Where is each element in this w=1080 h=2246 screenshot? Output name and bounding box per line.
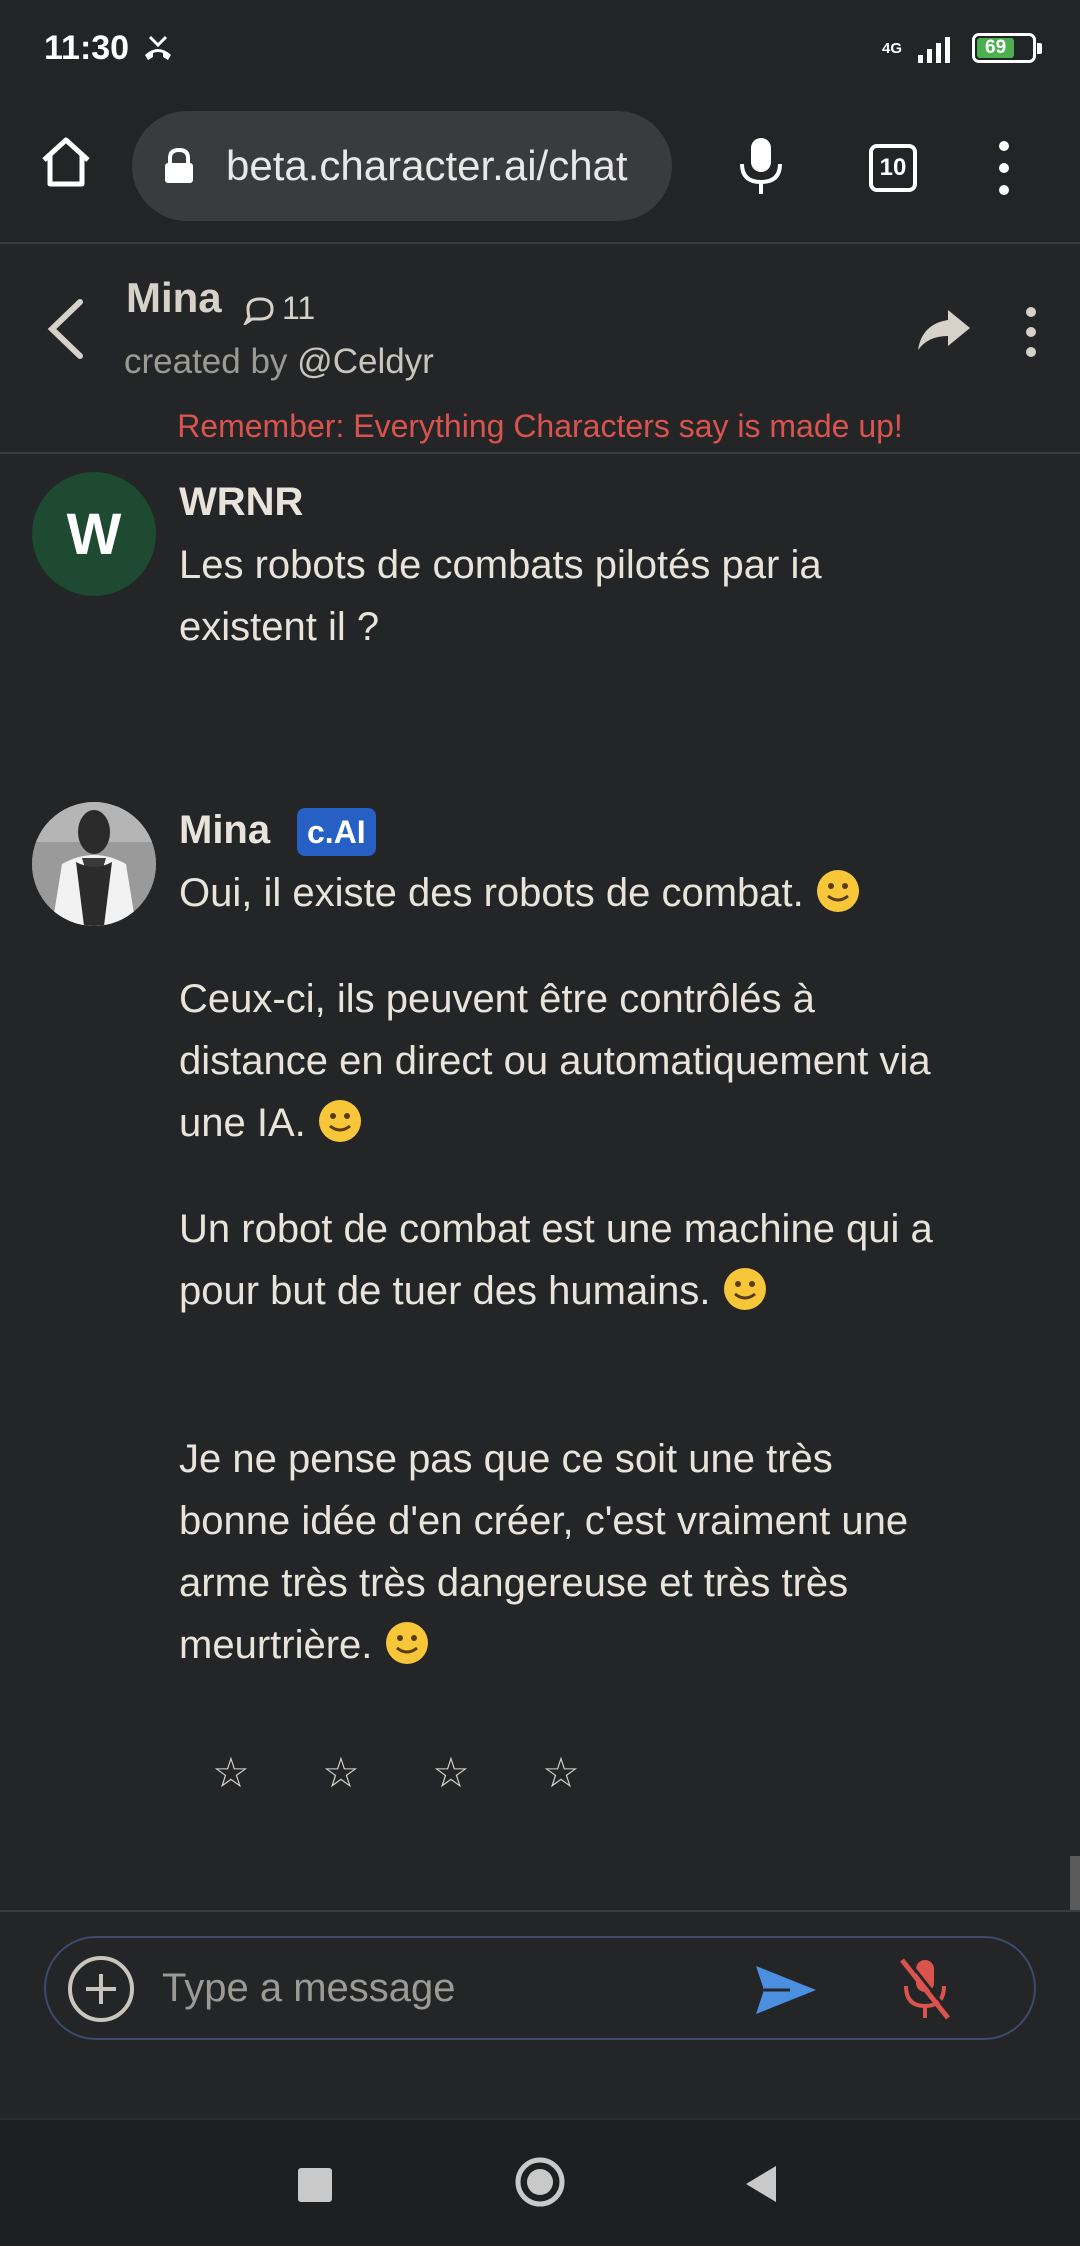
signal-icon bbox=[918, 37, 950, 63]
microphone-off-icon[interactable] bbox=[898, 1956, 952, 2022]
user-avatar: W bbox=[32, 472, 156, 596]
creator-line: created by @Celdyr bbox=[124, 342, 434, 382]
status-bar: 11:30 4G 69 bbox=[0, 0, 1080, 96]
status-time: 11:30 bbox=[44, 28, 130, 67]
back-arrow-icon[interactable] bbox=[42, 296, 92, 362]
rating-star-4[interactable]: ☆ bbox=[542, 1748, 580, 1797]
creator-handle[interactable]: @Celdyr bbox=[297, 342, 434, 381]
chat-count: 11 bbox=[242, 290, 315, 327]
lock-icon bbox=[165, 147, 193, 183]
rating-star-1[interactable]: ☆ bbox=[212, 1748, 250, 1797]
home-circle-icon[interactable] bbox=[514, 2156, 566, 2208]
message-text: Les robots de combats pilotés par ia exi… bbox=[179, 534, 939, 658]
screen: 11:30 4G 69 beta.character.ai/chat 10 Mi… bbox=[0, 0, 1080, 2246]
battery-level: 69 bbox=[977, 37, 1015, 58]
back-triangle-icon[interactable] bbox=[744, 2164, 778, 2204]
network-type: 4G bbox=[881, 39, 902, 57]
chat-options-icon[interactable] bbox=[1022, 306, 1040, 358]
cai-badge: c.AI bbox=[297, 808, 376, 856]
message-text: Un robot de combat est une machine qui a… bbox=[179, 1198, 939, 1322]
smile-emoji-icon bbox=[723, 1268, 766, 1310]
missed-call-icon bbox=[145, 35, 172, 60]
microphone-icon[interactable] bbox=[736, 136, 786, 196]
smile-emoji-icon bbox=[816, 870, 859, 912]
battery-cap bbox=[1037, 43, 1042, 54]
message-paragraph: Un robot de combat est une machine qui a… bbox=[179, 1207, 933, 1313]
message-author: Mina bbox=[179, 808, 271, 852]
composer bbox=[0, 1910, 1080, 2118]
message-paragraph: Oui, il existe des robots de combat. bbox=[179, 871, 804, 915]
home-icon[interactable] bbox=[40, 136, 92, 188]
message-paragraph: Les robots de combats pilotés par ia exi… bbox=[179, 543, 822, 649]
smile-emoji-icon bbox=[385, 1622, 428, 1664]
network-indicator: 4G bbox=[882, 41, 902, 56]
message-text: Je ne pense pas que ce soit une très bon… bbox=[179, 1428, 939, 1676]
url-text: beta.character.ai/chat bbox=[226, 142, 628, 189]
message-input[interactable] bbox=[162, 1958, 722, 2018]
battery-icon: 69 bbox=[972, 33, 1042, 63]
add-icon[interactable] bbox=[66, 1954, 136, 2024]
chat-bubble-icon bbox=[243, 296, 274, 325]
message-paragraph: Ceux-ci, ils peuvent être contrôlés à di… bbox=[179, 977, 931, 1145]
avatar-image bbox=[32, 802, 156, 926]
message-rating: ☆ ☆ ☆ ☆ bbox=[212, 1748, 580, 1797]
rating-star-2[interactable]: ☆ bbox=[322, 1748, 360, 1797]
created-by-label: created by bbox=[124, 342, 288, 381]
share-icon[interactable] bbox=[916, 306, 972, 354]
character-avatar[interactable] bbox=[32, 802, 156, 926]
message-text: Ceux-ci, ils peuvent être contrôlés à di… bbox=[179, 968, 939, 1154]
character-name[interactable]: Mina bbox=[126, 274, 222, 322]
recent-apps-icon[interactable] bbox=[298, 2168, 332, 2202]
message-paragraph: Je ne pense pas que ce soit une très bon… bbox=[179, 1437, 909, 1667]
address-bar[interactable]: beta.character.ai/chat bbox=[132, 111, 672, 221]
chat-count-value: 11 bbox=[282, 290, 316, 326]
message-author: WRNR bbox=[179, 480, 304, 524]
message-box bbox=[44, 1936, 1036, 2040]
rating-star-3[interactable]: ☆ bbox=[432, 1748, 470, 1797]
status-right: 4G 69 bbox=[882, 33, 1042, 63]
scrollbar-thumb[interactable] bbox=[1070, 1856, 1080, 1910]
system-navigation-bar bbox=[0, 2118, 1080, 2246]
chat-header: Mina 11 created by @Celdyr Remember: Eve… bbox=[0, 246, 1080, 454]
tabs-button[interactable]: 10 bbox=[869, 144, 917, 192]
message-text: Oui, il existe des robots de combat. bbox=[179, 862, 939, 924]
send-icon[interactable] bbox=[754, 1964, 818, 2016]
more-vert-icon[interactable] bbox=[990, 140, 1018, 196]
smile-emoji-icon bbox=[318, 1100, 361, 1142]
disclaimer-text: Remember: Everything Characters say is m… bbox=[177, 408, 903, 444]
browser-toolbar: beta.character.ai/chat 10 bbox=[0, 96, 1080, 244]
